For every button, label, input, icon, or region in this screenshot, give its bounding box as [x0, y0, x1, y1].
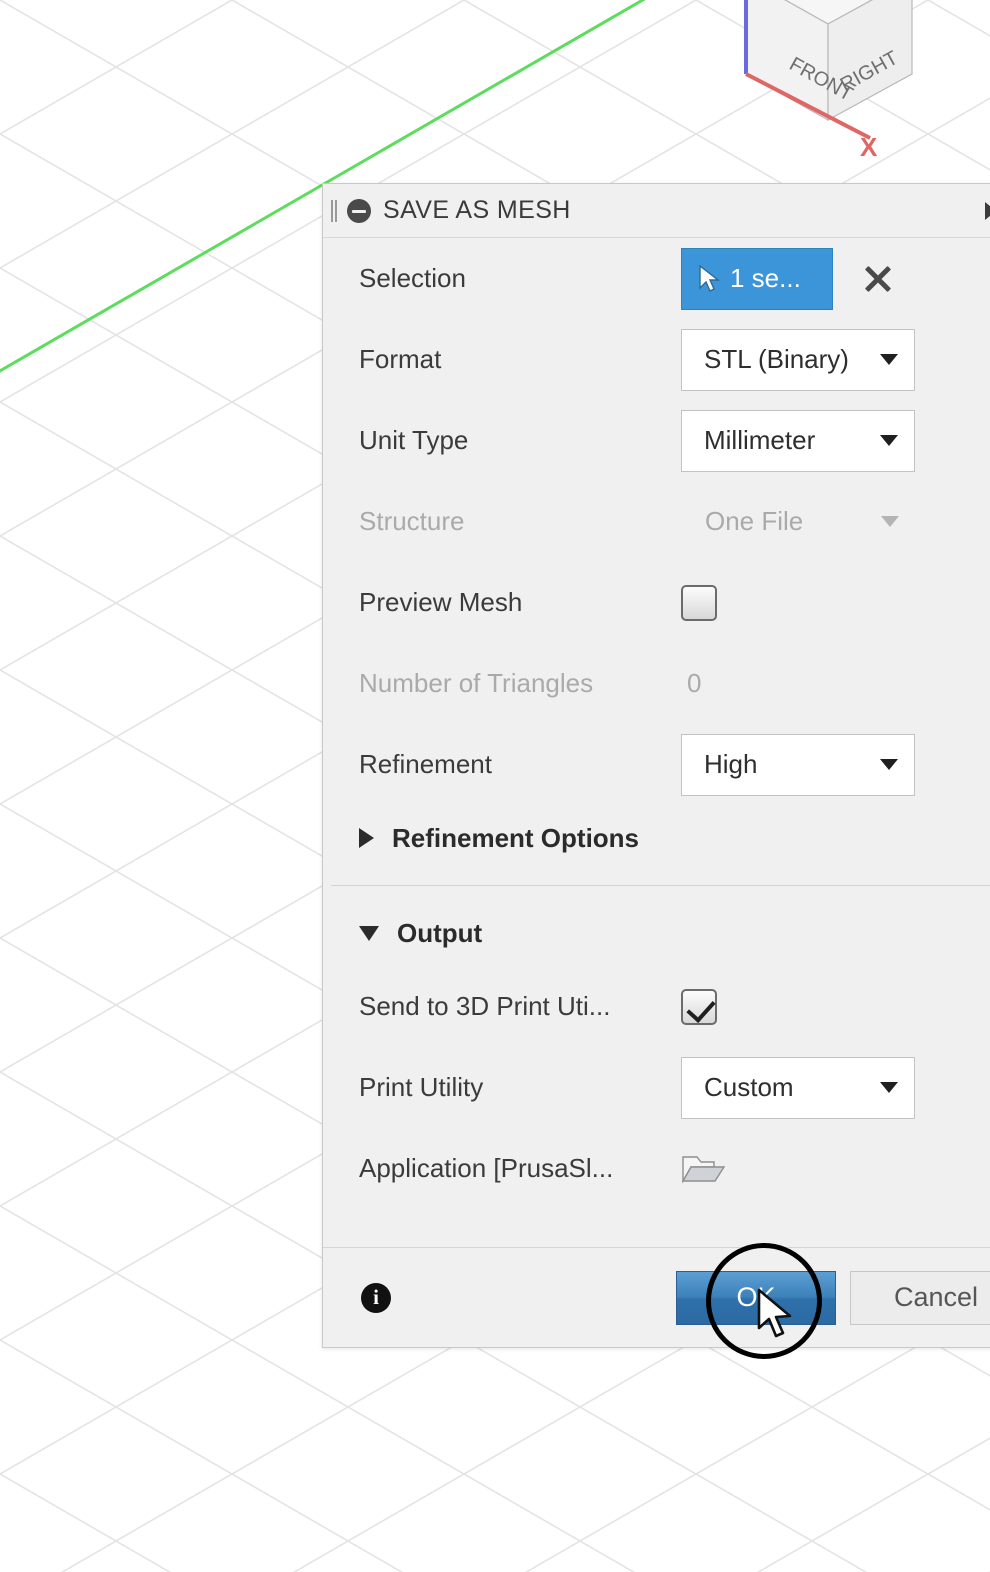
- chevron-down-icon: [880, 759, 898, 770]
- save-as-mesh-dialog: SAVE AS MESH Selection 1 se... Format ST…: [322, 183, 990, 1348]
- row-selection: Selection 1 se...: [323, 238, 990, 319]
- label-unit-type: Unit Type: [359, 425, 469, 455]
- triangle-right-icon: [359, 828, 374, 848]
- row-unit-type: Unit Type Millimeter: [323, 400, 990, 481]
- open-folder-icon[interactable]: [681, 1151, 727, 1187]
- label-application: Application [PrusaSl...: [359, 1153, 614, 1183]
- row-preview-mesh: Preview Mesh: [323, 562, 990, 643]
- print-utility-dropdown[interactable]: Custom: [681, 1056, 915, 1119]
- refinement-value: High: [704, 749, 758, 779]
- group-refinement-options[interactable]: Refinement Options: [323, 805, 990, 871]
- dialog-title: SAVE AS MESH: [383, 196, 571, 224]
- format-value: STL (Binary): [704, 344, 849, 374]
- label-selection: Selection: [359, 263, 466, 293]
- drag-grip-icon[interactable]: [331, 198, 341, 224]
- row-send-to-3d-print-utility: Send to 3D Print Uti...: [323, 966, 990, 1047]
- group-label-refinement-options: Refinement Options: [392, 822, 640, 853]
- number-of-triangles-value: 0: [687, 668, 702, 698]
- double-arrow-right-icon[interactable]: [978, 201, 990, 221]
- dialog-header[interactable]: SAVE AS MESH: [323, 184, 990, 238]
- group-output[interactable]: Output: [323, 900, 990, 966]
- row-format: Format STL (Binary): [323, 319, 990, 400]
- row-number-of-triangles: Number of Triangles 0: [323, 643, 990, 724]
- cancel-button[interactable]: Cancel: [850, 1270, 990, 1325]
- label-refinement: Refinement: [359, 749, 492, 779]
- unit-type-dropdown[interactable]: Millimeter: [681, 409, 915, 472]
- section-divider: [331, 885, 990, 886]
- label-structure: Structure: [359, 506, 465, 536]
- chevron-down-icon: [880, 1082, 898, 1093]
- structure-value: One File: [705, 506, 804, 536]
- clear-selection-icon[interactable]: [861, 262, 895, 296]
- dialog-body: Selection 1 se... Format STL (Binary) Un…: [323, 238, 990, 1247]
- label-number-of-triangles: Number of Triangles: [359, 668, 594, 698]
- label-format: Format: [359, 344, 442, 374]
- info-icon[interactable]: i: [361, 1282, 391, 1313]
- label-send-to-3d-print-utility: Send to 3D Print Uti...: [359, 991, 611, 1021]
- send-to-3d-print-utility-checkbox[interactable]: [681, 988, 717, 1025]
- print-utility-value: Custom: [704, 1072, 794, 1102]
- selection-count-label: 1 se...: [730, 263, 801, 293]
- selection-button[interactable]: 1 se...: [681, 247, 833, 310]
- refinement-dropdown[interactable]: High: [681, 733, 915, 796]
- unit-type-value: Millimeter: [704, 425, 816, 455]
- cursor-arrow-icon: [699, 264, 720, 292]
- row-print-utility: Print Utility Custom: [323, 1047, 990, 1128]
- structure-dropdown: One File: [681, 491, 915, 553]
- label-preview-mesh: Preview Mesh: [359, 587, 523, 617]
- chevron-down-icon: [881, 516, 899, 527]
- circle-minus-icon[interactable]: [347, 198, 371, 223]
- dialog-footer: i OK Cancel: [323, 1247, 990, 1347]
- row-structure: Structure One File: [323, 481, 990, 562]
- label-print-utility: Print Utility: [359, 1072, 484, 1102]
- chevron-down-icon: [880, 354, 898, 365]
- ok-button[interactable]: OK: [676, 1270, 836, 1325]
- triangle-down-icon: [359, 925, 379, 941]
- preview-mesh-checkbox[interactable]: [681, 584, 717, 621]
- chevron-down-icon: [880, 435, 898, 446]
- row-refinement: Refinement High: [323, 724, 990, 805]
- format-dropdown[interactable]: STL (Binary): [681, 328, 915, 391]
- row-application: Application [PrusaSl...: [323, 1128, 990, 1209]
- group-label-output: Output: [397, 917, 483, 948]
